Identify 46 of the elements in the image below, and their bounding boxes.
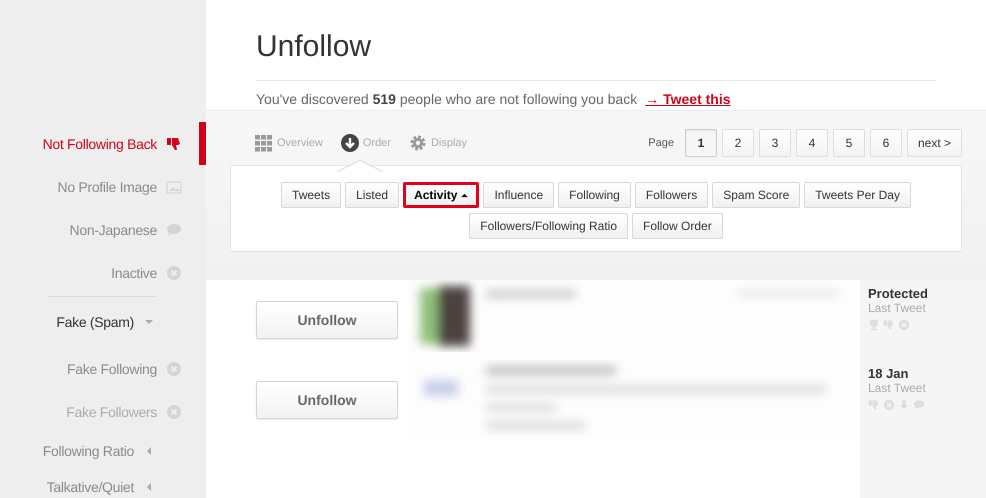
settings-icon [408, 134, 427, 152]
sidebar-item[interactable]: Not Following Back [0, 122, 206, 165]
down-arrow-icon [898, 399, 910, 411]
close-circle-icon [166, 264, 182, 280]
page-button[interactable]: 1 [684, 129, 717, 157]
close-circle-icon [898, 319, 910, 331]
sort-button[interactable]: Following [558, 182, 631, 208]
speech-bubble-icon [166, 222, 182, 238]
sort-button[interactable]: Followers/Following Ratio [469, 213, 628, 239]
status-label: Last Tweet [868, 381, 926, 395]
close-circle-icon [883, 399, 895, 411]
speech-bubble-icon [913, 399, 925, 411]
trophy-icon [868, 319, 880, 331]
thumbs-down-icon [868, 399, 880, 411]
page-button[interactable]: 4 [796, 129, 828, 157]
thumbs-down-icon [166, 136, 182, 152]
unfollow-button[interactable]: Unfollow [256, 381, 398, 419]
page-button[interactable]: 2 [722, 129, 754, 157]
sort-button[interactable]: Followers [634, 182, 708, 208]
tweet-link[interactable]: → Tweet this [645, 91, 731, 107]
thumbs-down-icon [883, 319, 895, 331]
page-button[interactable]: 3 [758, 129, 791, 157]
sort-ascending-icon [461, 192, 468, 198]
grid-icon [255, 134, 273, 152]
sort-button[interactable]: Tweets [281, 182, 342, 208]
caret-down-icon [144, 317, 154, 327]
status-value: Protected [868, 286, 928, 301]
page-button[interactable]: 5 [832, 129, 865, 157]
sort-button[interactable]: Follow Order [632, 213, 723, 239]
page-title: Unfollow [256, 30, 372, 65]
summary-text: You've discovered 519 people who are not following you back [256, 91, 638, 107]
sort-button[interactable]: Listed [345, 182, 400, 208]
unfollow-button[interactable]: Unfollow [256, 301, 398, 339]
page-label: Page [648, 137, 674, 149]
sort-button[interactable]: Tweets Per Day [804, 182, 911, 208]
close-circle-icon [166, 404, 182, 420]
close-circle-icon [166, 360, 182, 376]
next-page-button[interactable]: next > [906, 129, 962, 157]
status-value: 18 Jan [868, 366, 910, 381]
sort-button[interactable]: Activity [403, 182, 480, 208]
sort-button[interactable]: Spam Score [712, 182, 800, 208]
sidebar-group-item[interactable]: Fake (Spam) [0, 297, 206, 347]
page-button[interactable]: 6 [870, 129, 902, 157]
sort-button[interactable]: Influence [483, 182, 554, 208]
status-label: Last Tweet [868, 301, 927, 315]
image-icon [166, 178, 182, 194]
